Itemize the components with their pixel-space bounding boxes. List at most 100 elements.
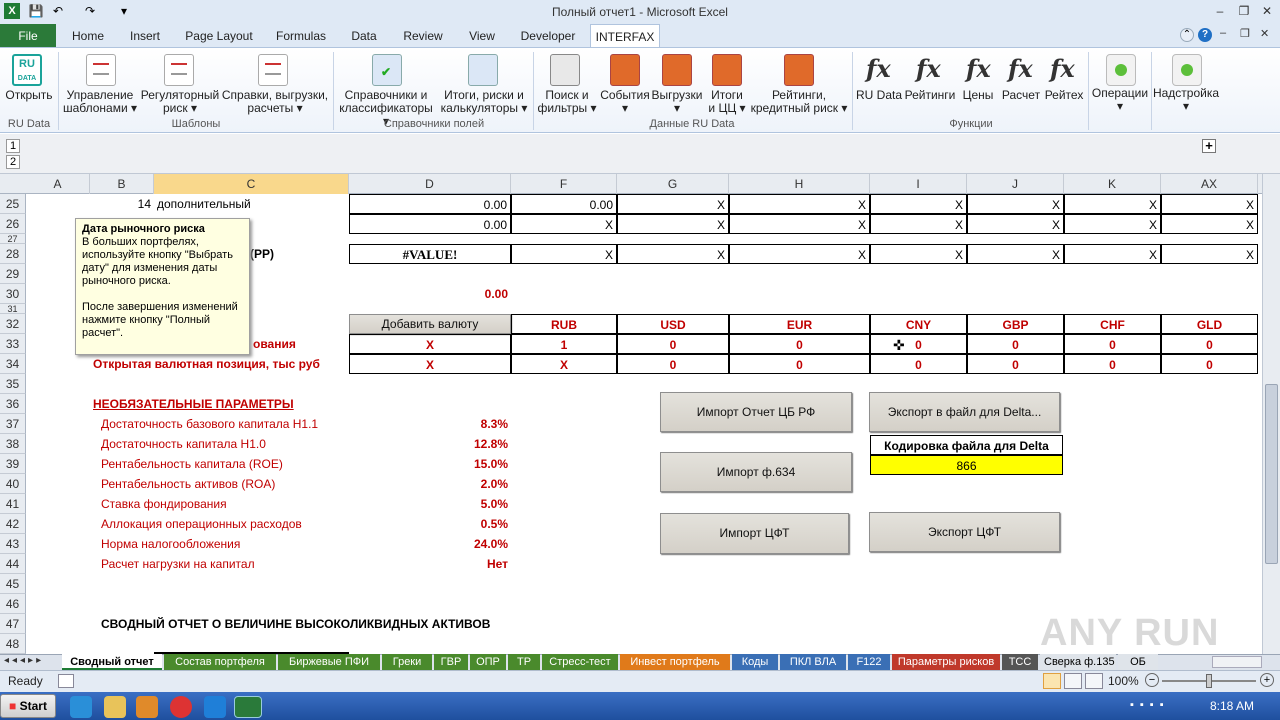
zoom-in-icon[interactable]: + [1260,673,1274,687]
totals-calculators-icon[interactable] [468,54,498,86]
cell-g26[interactable]: X [617,214,729,234]
cell-i25[interactable]: X [870,194,967,214]
fx-ratetech-button[interactable]: Рейтех [1042,89,1086,102]
settings-icon[interactable] [1172,54,1202,86]
cell-i34[interactable]: 0 [870,354,967,374]
sheet-tab[interactable]: Греки [382,654,432,670]
reports-icon[interactable] [258,54,288,86]
col-header-g[interactable]: G [617,174,729,194]
tab-view[interactable]: View [462,24,502,48]
import-634-button[interactable]: Импорт ф.634 [660,452,852,492]
param-value[interactable]: 24.0% [349,534,511,554]
sheet-tab[interactable]: Стресс-тест [542,654,618,670]
currency-header-usd[interactable]: USD [617,314,729,334]
restore-icon[interactable]: ❐ [1234,2,1254,20]
param-value[interactable]: 5.0% [349,494,511,514]
row-header-43[interactable]: 43 [0,534,26,554]
param-value[interactable]: 2.0% [349,474,511,494]
help-icon[interactable]: ? [1198,28,1212,42]
col-header-i[interactable]: I [870,174,967,194]
row-header-26[interactable]: 26 [0,214,26,234]
cell-j34[interactable]: 0 [967,354,1064,374]
ie-icon[interactable] [70,696,92,718]
cell-f25[interactable]: 0.00 [511,194,617,214]
cell-d34[interactable]: X [349,354,511,374]
cell-d30[interactable]: 0.00 [349,284,511,304]
sheet-tab[interactable]: F122 [848,654,890,670]
template-manage-icon[interactable] [86,54,116,86]
export-delta-button[interactable]: Экспорт в файл для Delta... [869,392,1060,432]
col-header-c[interactable]: C [154,174,349,194]
cell-b25[interactable]: 14 [90,194,154,214]
param-label[interactable]: Достаточность базового капитала Н1.1 [98,414,349,434]
regulatory-risk-button[interactable]: Регуляторный риск ▾ [140,89,220,115]
cell-k26[interactable]: X [1064,214,1161,234]
cell-c33[interactable]: ования [250,334,349,354]
explorer-icon[interactable] [104,696,126,718]
ratings-credit-button[interactable]: Рейтинги, кредитный риск ▾ [748,89,850,115]
fx-prices-button[interactable]: Цены [958,89,998,102]
param-label[interactable]: Рентабельность активов (ROA) [98,474,349,494]
cell-k34[interactable]: 0 [1064,354,1161,374]
param-label[interactable]: Аллокация операционных расходов [98,514,349,534]
col-header-ax[interactable]: AX [1161,174,1258,194]
tab-review[interactable]: Review [396,24,450,48]
sheet-tab[interactable]: ТР [508,654,540,670]
row-header-38[interactable]: 38 [0,434,26,454]
param-value[interactable]: Нет [349,554,511,574]
cell-ax34[interactable]: 0 [1161,354,1258,374]
page-layout-view-icon[interactable] [1064,673,1082,689]
tab-formulas[interactable]: Formulas [270,24,332,48]
cell-h28[interactable]: X [729,244,870,264]
fx-icon[interactable]: fx [1008,54,1033,83]
tab-insert[interactable]: Insert [122,24,168,48]
cell-j26[interactable]: X [967,214,1064,234]
itogi-button[interactable]: Итоги и ЦЦ ▾ [704,89,750,115]
open-button[interactable]: Открыть [2,89,56,102]
col-header-h[interactable]: H [729,174,870,194]
row-header-41[interactable]: 41 [0,494,26,514]
param-label[interactable]: Расчет нагрузки на капитал [98,554,349,574]
row-header-31[interactable]: 31 [0,304,26,314]
edge-icon[interactable] [204,696,226,718]
sheet-tab[interactable]: Коды [732,654,778,670]
cell-ax26[interactable]: X [1161,214,1258,234]
exports-icon[interactable] [662,54,692,86]
col-header-j[interactable]: J [967,174,1064,194]
sheet-tab[interactable]: ПКЛ ВЛА [780,654,846,670]
cell-g25[interactable]: X [617,194,729,214]
addin-settings-button[interactable]: Надстройка ▾ [1152,87,1220,113]
delta-encoding-input[interactable]: 866 [870,455,1063,475]
row-header-48[interactable]: 48 [0,634,26,654]
import-cbr-report-button[interactable]: Импорт Отчет ЦБ РФ [660,392,852,432]
cell-i26[interactable]: X [870,214,967,234]
normal-view-icon[interactable] [1043,673,1061,689]
col-header-k[interactable]: K [1064,174,1161,194]
cell-b34[interactable]: Открытая валютная позиция, тыс руб [90,354,349,374]
cell-f26[interactable]: X [511,214,617,234]
cell-c25[interactable]: дополнительный [154,194,349,214]
add-currency-button[interactable]: Добавить валюту [349,314,511,334]
cell-j25[interactable]: X [967,194,1064,214]
cell-h25[interactable]: X [729,194,870,214]
row-header-28[interactable]: 28 [0,244,26,264]
fx-calc-button[interactable]: Расчет [998,89,1044,102]
cell-k28[interactable]: X [1064,244,1161,264]
close-icon[interactable]: ✕ [1257,2,1277,20]
col-header-f[interactable]: F [511,174,617,194]
events-button[interactable]: События ▾ [598,89,652,115]
currency-header-cny[interactable]: CNY [870,314,967,334]
row-header-29[interactable]: 29 [0,264,26,284]
col-header-b[interactable]: B [90,174,154,194]
cell-h34[interactable]: 0 [729,354,870,374]
operations-icon[interactable] [1106,54,1136,86]
cell-ax33[interactable]: 0 [1161,334,1258,354]
param-value[interactable]: 12.8% [349,434,511,454]
cell-i33[interactable]: 0 [870,334,967,354]
row-header-25[interactable]: 25 [0,194,26,214]
ratings-credit-icon[interactable] [784,54,814,86]
totals-calculators-button[interactable]: Итоги, риски и калькуляторы ▾ [438,89,530,115]
currency-header-chf[interactable]: CHF [1064,314,1161,334]
sheet-tab[interactable]: Сводный отчет [62,654,162,670]
zoom-out-icon[interactable]: − [1145,673,1159,687]
